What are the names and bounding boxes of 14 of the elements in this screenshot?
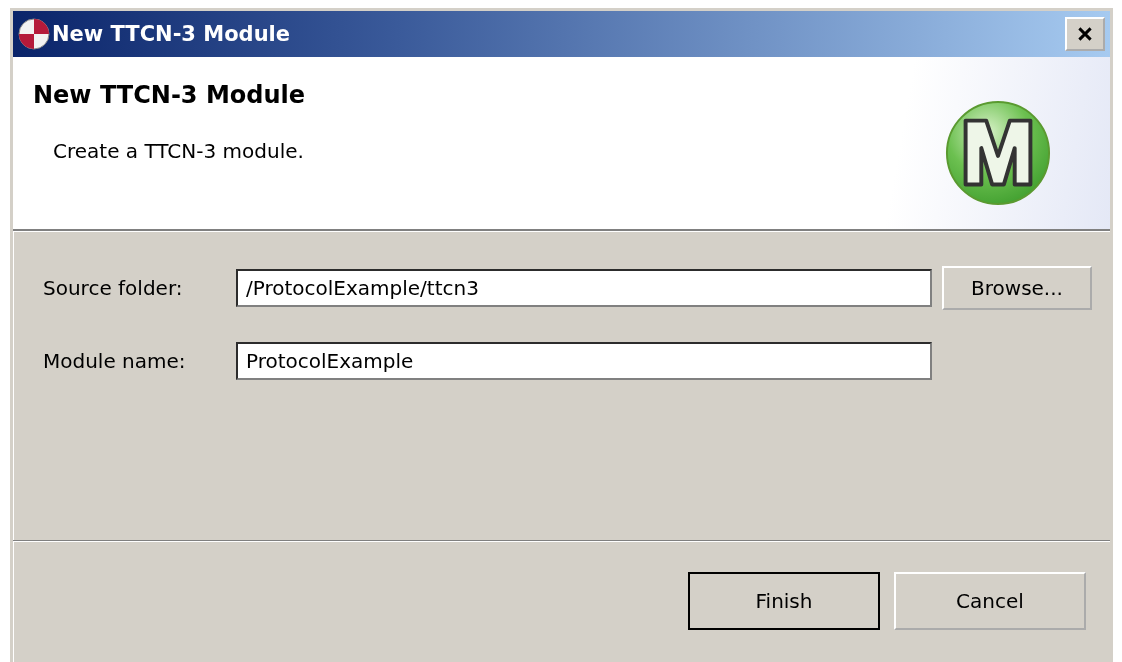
browse-button[interactable]: Browse... xyxy=(942,266,1092,310)
window-title: New TTCN-3 Module xyxy=(52,22,292,46)
dialog-button[interactable]: Finish xyxy=(688,572,880,630)
close-icon xyxy=(1076,25,1094,43)
input-field[interactable]: ProtocolExample xyxy=(236,342,932,380)
letter-m-icon xyxy=(944,99,1052,207)
input-field[interactable]: /ProtocolExample/ttcn3 xyxy=(236,269,932,307)
page-description: Create a TTCN-3 module. xyxy=(52,139,305,163)
close-button[interactable] xyxy=(1065,17,1105,51)
field-label: Source folder: xyxy=(43,276,184,300)
dialog-button[interactable]: Cancel xyxy=(894,572,1086,630)
page-title: New TTCN-3 Module xyxy=(33,81,306,109)
field-label: Module name: xyxy=(43,349,187,373)
ball-icon xyxy=(18,18,50,50)
